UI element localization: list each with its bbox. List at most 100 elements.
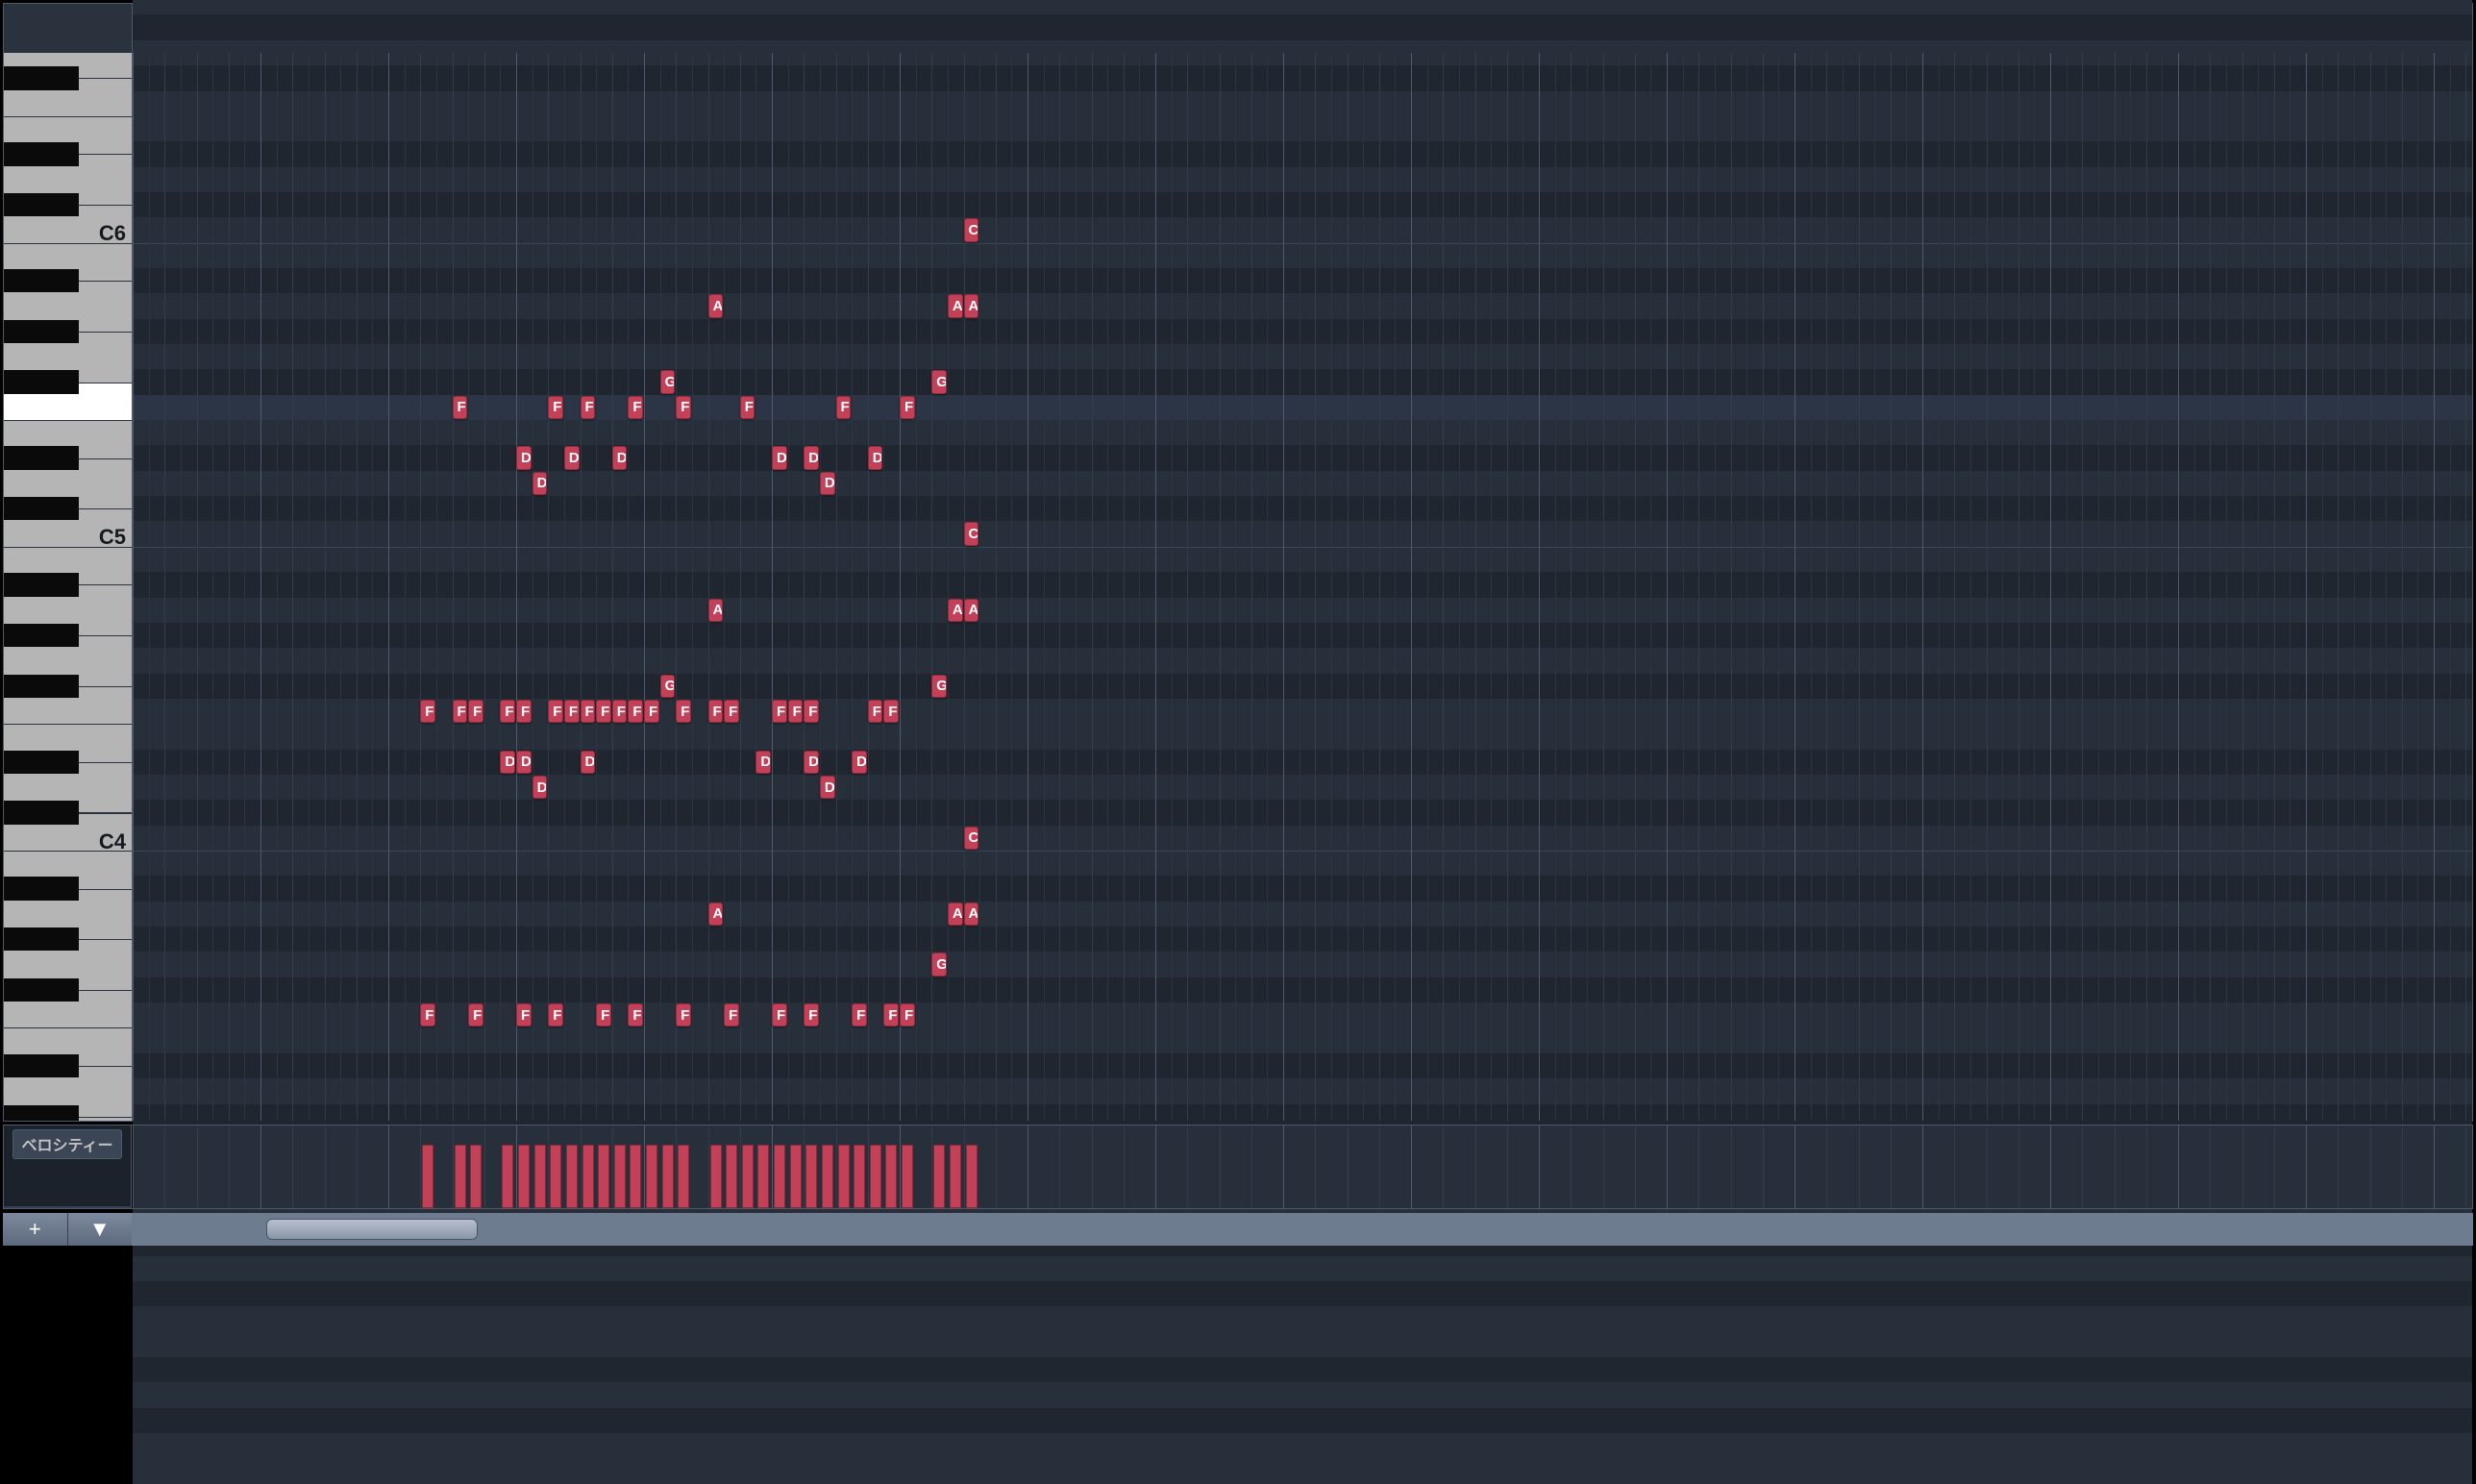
note-grid[interactable]: FDDFDFDFGFAFDDDFDFGAACFFFDFFDDFFFDFFFFGF…	[133, 53, 2472, 1121]
midi-note[interactable]: F	[516, 1003, 532, 1026]
midi-note[interactable]: D	[820, 472, 835, 495]
midi-note[interactable]: D	[564, 446, 580, 469]
midi-note[interactable]: C	[964, 827, 979, 850]
midi-note[interactable]: F	[420, 1003, 435, 1026]
velocity-bar[interactable]	[455, 1145, 466, 1208]
midi-note[interactable]: F	[548, 1003, 563, 1026]
midi-note[interactable]: F	[548, 700, 563, 723]
velocity-bar[interactable]	[630, 1145, 641, 1208]
velocity-bar[interactable]	[885, 1145, 897, 1208]
midi-note[interactable]: D	[852, 751, 867, 774]
velocity-bar[interactable]	[822, 1145, 833, 1208]
midi-note[interactable]: D	[820, 776, 835, 799]
midi-note[interactable]: F	[516, 700, 532, 723]
midi-note[interactable]: G	[660, 675, 676, 698]
velocity-bar[interactable]	[662, 1145, 674, 1208]
midi-note[interactable]: D	[868, 446, 883, 469]
horizontal-scrollbar[interactable]	[132, 1213, 2473, 1246]
midi-note[interactable]: A	[964, 903, 979, 926]
midi-note[interactable]: F	[468, 1003, 483, 1026]
velocity-bar[interactable]	[950, 1145, 961, 1208]
midi-note[interactable]: F	[883, 700, 899, 723]
midi-note[interactable]: A	[708, 294, 724, 317]
velocity-bar[interactable]	[790, 1145, 802, 1208]
velocity-bar[interactable]	[774, 1145, 785, 1208]
midi-note[interactable]: A	[948, 294, 963, 317]
midi-note[interactable]: F	[644, 700, 659, 723]
midi-note[interactable]: F	[724, 1003, 739, 1026]
midi-note[interactable]: A	[708, 599, 724, 622]
midi-note[interactable]: F	[708, 700, 724, 723]
midi-note[interactable]: F	[581, 396, 596, 419]
midi-note[interactable]: F	[453, 396, 468, 419]
midi-note[interactable]: F	[900, 396, 915, 419]
midi-note[interactable]: F	[883, 1003, 899, 1026]
velocity-bar[interactable]	[518, 1145, 530, 1208]
midi-note[interactable]: F	[788, 700, 804, 723]
midi-note[interactable]: D	[500, 751, 515, 774]
midi-note[interactable]: F	[420, 700, 435, 723]
velocity-bar[interactable]	[566, 1145, 578, 1208]
midi-note[interactable]: F	[900, 1003, 915, 1026]
zoom-plus-button[interactable]: +	[3, 1213, 68, 1246]
velocity-track[interactable]	[133, 1125, 2472, 1208]
midi-note[interactable]: A	[948, 903, 963, 926]
velocity-bar[interactable]	[646, 1145, 657, 1208]
velocity-bar[interactable]	[805, 1145, 817, 1208]
velocity-bar[interactable]	[582, 1145, 594, 1208]
midi-note[interactable]: G	[660, 370, 676, 393]
velocity-bar[interactable]	[550, 1145, 561, 1208]
midi-note[interactable]: D	[532, 472, 548, 495]
velocity-bar[interactable]	[966, 1145, 978, 1208]
midi-note[interactable]: F	[868, 700, 883, 723]
midi-note[interactable]: F	[804, 1003, 819, 1026]
velocity-lane[interactable]: ベロシティー	[3, 1125, 2473, 1209]
midi-note[interactable]: G	[931, 370, 947, 393]
scrollbar-thumb[interactable]	[266, 1219, 478, 1240]
midi-note[interactable]: A	[964, 294, 979, 317]
midi-note[interactable]: F	[500, 700, 515, 723]
midi-note[interactable]: F	[581, 700, 596, 723]
midi-note[interactable]: C	[964, 218, 979, 241]
velocity-bar[interactable]	[470, 1145, 482, 1208]
midi-note[interactable]: A	[964, 599, 979, 622]
midi-note[interactable]: G	[931, 675, 947, 698]
velocity-bar[interactable]	[838, 1145, 850, 1208]
midi-note[interactable]: F	[596, 700, 611, 723]
midi-note[interactable]: F	[724, 700, 739, 723]
midi-note[interactable]: F	[453, 700, 468, 723]
velocity-bar[interactable]	[678, 1145, 689, 1208]
velocity-bar[interactable]	[614, 1145, 626, 1208]
zoom-menu-button[interactable]: ▼	[68, 1213, 133, 1246]
velocity-bar[interactable]	[854, 1145, 865, 1208]
velocity-bar[interactable]	[726, 1145, 737, 1208]
midi-note[interactable]: A	[948, 599, 963, 622]
midi-note[interactable]: F	[772, 700, 787, 723]
midi-note[interactable]: D	[804, 446, 819, 469]
midi-note[interactable]: F	[852, 1003, 867, 1026]
midi-note[interactable]: D	[516, 751, 532, 774]
velocity-bar[interactable]	[902, 1145, 913, 1208]
midi-note[interactable]: C	[964, 522, 979, 545]
midi-note[interactable]: D	[612, 446, 628, 469]
midi-note[interactable]: F	[740, 396, 755, 419]
midi-note[interactable]: D	[581, 751, 596, 774]
midi-note[interactable]: F	[564, 700, 580, 723]
midi-note[interactable]: G	[931, 952, 947, 976]
velocity-bar[interactable]	[870, 1145, 881, 1208]
midi-note[interactable]: D	[804, 751, 819, 774]
midi-note[interactable]: F	[628, 1003, 643, 1026]
midi-note[interactable]: F	[772, 1003, 787, 1026]
velocity-bar[interactable]	[710, 1145, 722, 1208]
velocity-bar[interactable]	[742, 1145, 754, 1208]
midi-note[interactable]: F	[676, 700, 691, 723]
midi-note[interactable]: F	[612, 700, 628, 723]
midi-note[interactable]: F	[468, 700, 483, 723]
midi-note[interactable]: D	[755, 751, 771, 774]
midi-note[interactable]: D	[516, 446, 532, 469]
midi-note[interactable]: F	[596, 1003, 611, 1026]
velocity-label[interactable]: ベロシティー	[4, 1125, 132, 1208]
midi-note[interactable]: F	[628, 700, 643, 723]
velocity-bar[interactable]	[598, 1145, 609, 1208]
velocity-bar[interactable]	[757, 1145, 769, 1208]
